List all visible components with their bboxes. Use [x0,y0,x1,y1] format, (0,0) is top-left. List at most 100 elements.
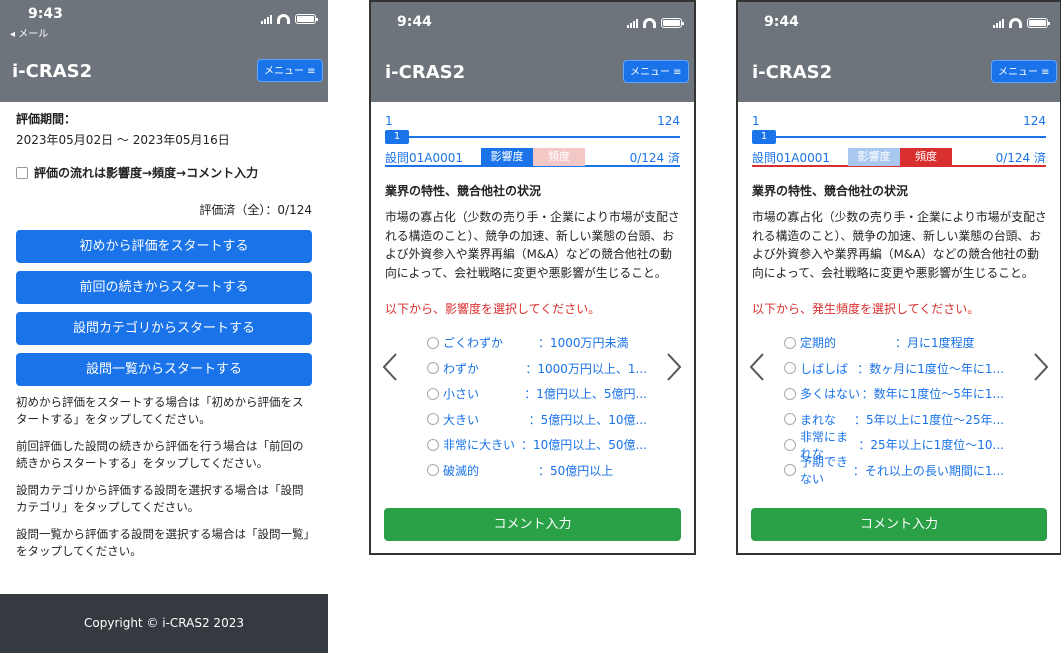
radio-button[interactable] [427,464,439,477]
frequency-option[interactable]: 定期的 ：月に1度程度 [784,330,1004,356]
tab-frequency[interactable]: 頻度 [533,148,585,166]
next-question-icon[interactable] [665,352,683,382]
flow-checkbox[interactable] [16,166,28,179]
radio-button[interactable] [784,413,796,426]
back-to-mail-link[interactable]: ◂ メール [10,25,48,40]
brand-logo[interactable]: i-CRAS2 [385,62,465,83]
evaluated-count: 評価済（全）：0/124 [199,203,312,217]
comment-input-button[interactable]: コメント入力 [384,508,681,541]
brand-logo[interactable]: i-CRAS2 [752,62,832,83]
flow-checkbox-label: 評価の流れは影響度→頻度→コメント入力 [34,166,259,180]
question-content: 1 124 1 設問01A0001 影響度 頻度 0/124 済 業界の特性、競… [371,102,694,553]
impact-option[interactable]: わずか ：1000万円以上、1... [427,356,647,382]
status-icons [993,18,1050,28]
progress-slider-handle[interactable]: 1 [385,130,409,144]
selection-prompt: 以下から、発生頻度を選択してください。 [752,302,980,316]
option-label: 多くはない [800,387,861,402]
option-label: ごくわずか [443,336,504,351]
status-time: 9:44 [764,14,799,30]
progress-slider-track[interactable] [752,136,1046,138]
battery-icon [295,14,318,24]
impact-options: ごくわずか ：1000万円未満 わずか ：1000万円以上、1... 小さい ：1億円… [427,330,647,483]
option-value: ：10億円以上、50億... [521,438,647,453]
tab-frequency[interactable]: 頻度 [900,148,952,166]
wifi-icon [277,14,290,24]
progress-start: 1 [752,114,760,128]
footer-copyright: Copyright © i-CRAS2 2023 [0,594,328,653]
question-content: 1 124 1 設問01A0001 影響度 頻度 0/124 済 業界の特性、競… [738,102,1060,553]
comment-input-button[interactable]: コメント入力 [751,508,1047,541]
app-header: 9:44 i-CRAS2 メニュー ≡ [371,2,694,102]
option-value: ：月に1度程度 [895,336,975,351]
progress-slider-track[interactable] [385,136,680,138]
radio-button[interactable] [427,438,439,451]
start-from-category-button[interactable]: 設問カテゴリからスタートする [16,312,312,345]
radio-button[interactable] [784,387,796,400]
battery-icon [1027,18,1050,28]
selection-prompt: 以下から、影響度を選択してください。 [385,302,601,316]
option-value: ：それ以上の長い期間に1... [852,463,1004,478]
option-value: ：1000万円以上、1... [525,361,647,376]
radio-button[interactable] [784,362,796,375]
question-header: 設問01A0001 影響度 頻度 0/124 済 [385,148,680,167]
radio-button[interactable] [784,464,796,477]
start-buttons: 初めから評価をスタートする 前回の続きからスタートする 設問カテゴリからスタート… [16,230,312,386]
radio-button[interactable] [784,438,796,451]
signal-icon [261,14,272,24]
impact-option[interactable]: 大きい ：5億円以上、10億... [427,407,647,433]
menu-button[interactable]: メニュー ≡ [623,60,689,83]
next-question-icon[interactable] [1032,352,1050,382]
phone-screen-frequency: 9:44 i-CRAS2 メニュー ≡ 1 124 1 設問01A0001 影響… [736,0,1061,555]
radio-button[interactable] [427,362,439,375]
question-header: 設問01A0001 影響度 頻度 0/124 済 [752,148,1046,167]
option-value: ：1000万円未満 [538,336,629,351]
frequency-option[interactable]: しばしば ：数ヶ月に1度位〜年に1... [784,356,1004,382]
status-time: 9:44 [397,14,432,30]
menu-button[interactable]: メニュー ≡ [991,60,1057,83]
prev-question-icon[interactable] [381,352,399,382]
wifi-icon [643,18,656,28]
app-header: 9:44 i-CRAS2 メニュー ≡ [738,2,1060,102]
impact-option[interactable]: 非常に大きい ：10億円以上、50億... [427,432,647,458]
question-category: 業界の特性、競合他社の状況 [385,184,542,198]
status-time: 9:43 [28,6,63,22]
frequency-option[interactable]: 予期できない ：それ以上の長い期間に1... [784,455,1004,486]
impact-option[interactable]: 破滅的 ：50億円以上 [427,458,647,484]
status-icons [627,18,684,28]
continue-previous-button[interactable]: 前回の続きからスタートする [16,271,312,304]
progress-slider-handle[interactable]: 1 [752,130,776,144]
answered-count: 0/124 済 [629,150,680,165]
option-label: 小さい [443,387,480,402]
progress-end: 124 [657,114,680,128]
start-from-list-button[interactable]: 設問一覧からスタートする [16,353,312,386]
option-label: 大きい [443,412,480,427]
app-header: 9:43 ◂ メール i-CRAS2 メニュー ≡ [0,0,328,102]
menu-button[interactable]: メニュー ≡ [257,59,323,82]
prev-question-icon[interactable] [748,352,766,382]
progress-range: 1 124 [752,114,1046,128]
phone-screen-home: 9:43 ◂ メール i-CRAS2 メニュー ≡ 評価期間： 2023年05月… [0,0,328,653]
frequency-option[interactable]: 多くはない ：数年に1度位〜5年に1... [784,381,1004,407]
help-paragraph: 設問一覧から評価する設問を選択する場合は「設問一覧」をタップしてください。 [16,527,310,558]
tab-impact[interactable]: 影響度 [848,148,900,166]
brand-logo[interactable]: i-CRAS2 [12,61,92,82]
radio-button[interactable] [427,413,439,426]
progress-start: 1 [385,114,393,128]
radio-button[interactable] [427,336,439,349]
start-from-beginning-button[interactable]: 初めから評価をスタートする [16,230,312,263]
option-value: ：1億円以上、5億円... [524,387,647,402]
option-label: まれな [800,412,837,427]
impact-option[interactable]: ごくわずか ：1000万円未満 [427,330,647,356]
radio-button[interactable] [427,387,439,400]
option-label: 定期的 [800,336,837,351]
signal-icon [627,18,638,28]
impact-option[interactable]: 小さい ：1億円以上、5億円... [427,381,647,407]
option-value: ：5億円以上、10億... [528,412,647,427]
radio-button[interactable] [784,336,796,349]
tab-impact[interactable]: 影響度 [481,148,533,166]
option-label: 予期できない [800,455,849,487]
flow-checkbox-row[interactable]: 評価の流れは影響度→頻度→コメント入力 [16,164,312,181]
question-id: 設問01A0001 [752,150,831,165]
option-label: 非常に大きい [443,438,516,453]
question-description: 市場の寡占化（少数の売り手・企業により市場が支配される構造のこと）、競争の加速、… [752,210,1047,280]
